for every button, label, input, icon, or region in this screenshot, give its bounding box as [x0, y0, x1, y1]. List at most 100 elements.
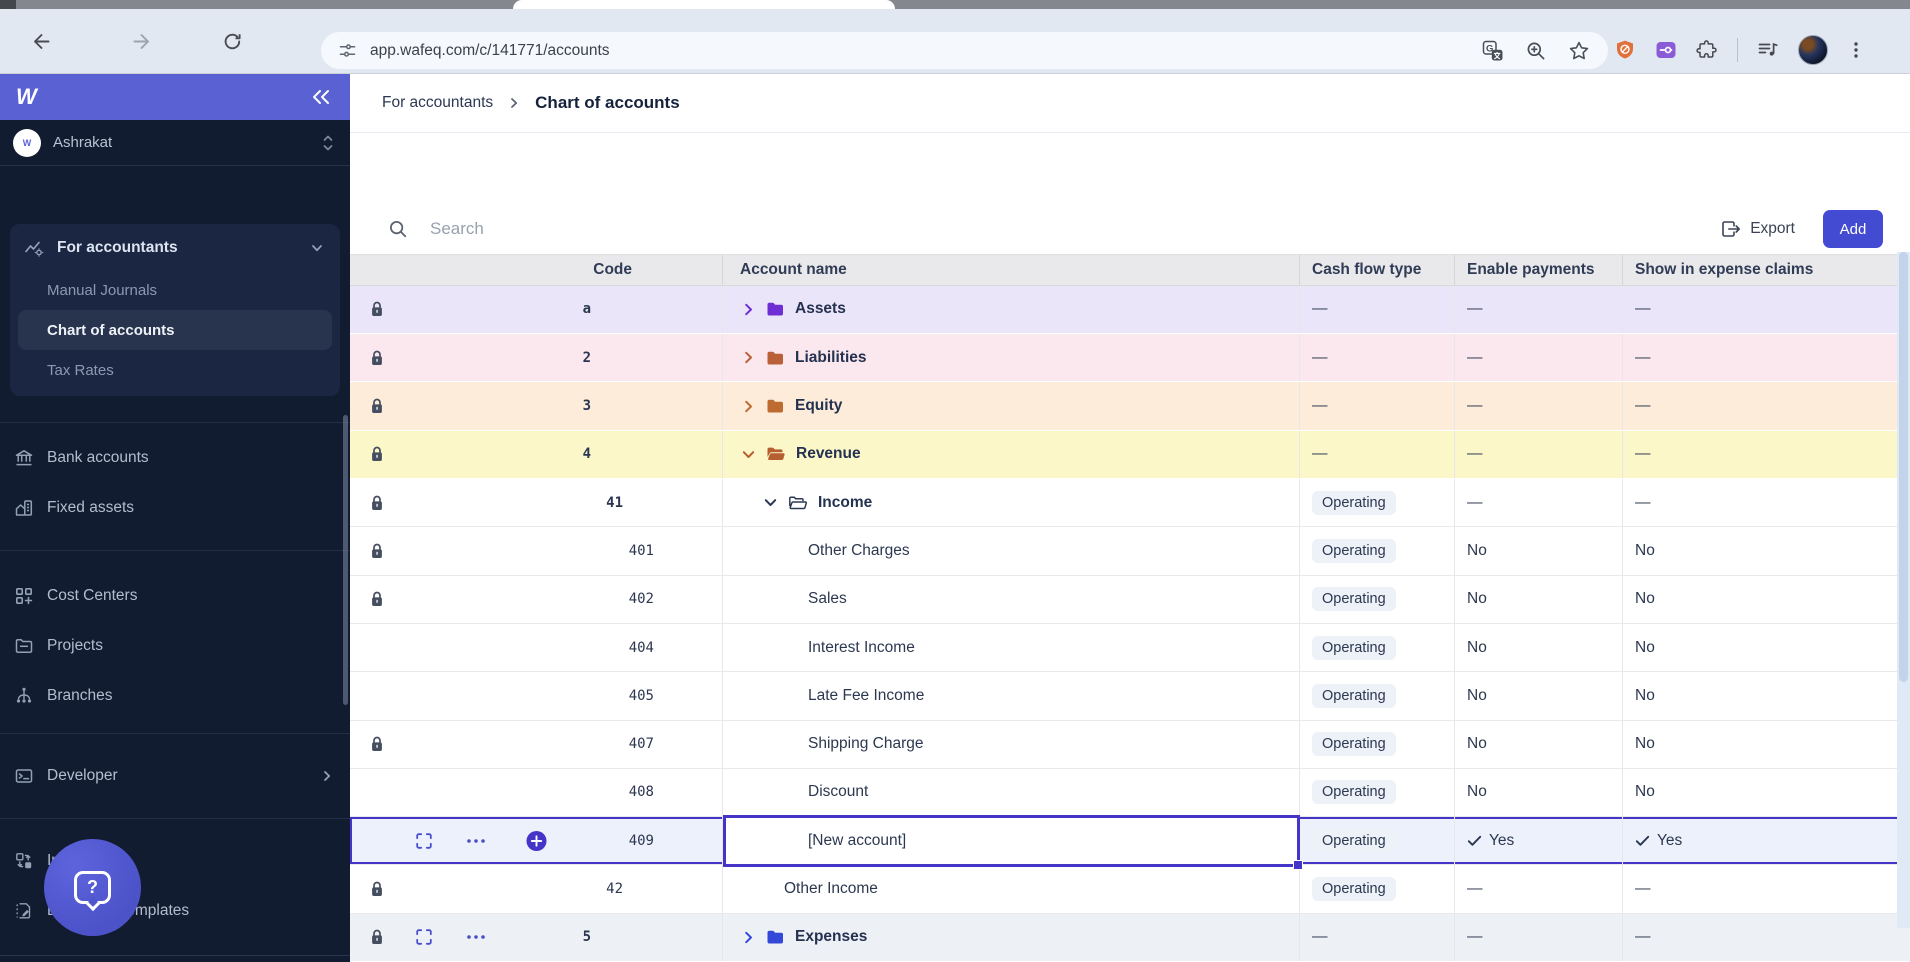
add-subaccount-icon[interactable] [526, 830, 547, 851]
sidebar-item-tax-rates[interactable]: Tax Rates [10, 350, 340, 390]
lock-icon [370, 591, 384, 608]
account-name: Revenue [796, 445, 861, 463]
sidebar-item-bank-accounts[interactable]: Bank accounts [0, 433, 350, 483]
table-row[interactable]: 408 Discount Operating No No [350, 768, 1910, 818]
account-name[interactable]: [New account] [808, 832, 906, 850]
table-row[interactable]: 407 Shipping Charge Operating No No [350, 720, 1910, 769]
account-name-cell[interactable]: Revenue [723, 430, 1300, 479]
account-name-cell[interactable]: Liabilities [723, 334, 1300, 382]
enable-payments-cell: — [1455, 334, 1623, 382]
table-row[interactable]: 5 Expenses — — — [350, 913, 1910, 962]
cell-fill-handle[interactable] [1293, 860, 1303, 871]
expand-row-icon[interactable] [415, 832, 433, 850]
account-name-cell[interactable]: Sales [723, 575, 1300, 623]
account-name-cell[interactable]: Late Fee Income [723, 672, 1300, 720]
table-scrollbar[interactable] [1897, 252, 1910, 928]
sidebar-item-chart-of-accounts[interactable]: Chart of accounts [18, 310, 332, 350]
enable-payments-cell: No [1455, 623, 1623, 672]
table-row[interactable]: 409 [New account] Operating Yes Yes [350, 815, 1910, 871]
shield-extension-icon[interactable] [1614, 39, 1636, 61]
expand-row-icon[interactable] [415, 928, 433, 946]
expense-claims-cell: No [1635, 686, 1655, 704]
cash-flow-type-cell: — [1300, 285, 1455, 334]
account-name-cell[interactable]: Shipping Charge [723, 720, 1300, 768]
chevron-right-icon[interactable] [741, 350, 756, 365]
url-text[interactable]: app.wafeq.com/c/141771/accounts [370, 42, 610, 60]
sidebar-group-header[interactable]: For accountants [10, 226, 340, 270]
account-name-cell[interactable]: Other Income [723, 865, 1300, 913]
sidebar-item-developer[interactable]: Developer [0, 751, 350, 801]
table-row[interactable]: 2 Liabilities — — — [350, 334, 1910, 383]
table-row[interactable]: 42 Other Income Operating — — [350, 865, 1910, 914]
account-name-cell[interactable]: Expenses [723, 913, 1300, 961]
breadcrumb-parent[interactable]: For accountants [382, 94, 493, 112]
workspace-switcher[interactable]: W Ashrakat [0, 120, 350, 166]
chevron-down-icon[interactable] [763, 495, 778, 510]
main-content: For accountants Chart of accounts Search… [350, 74, 1910, 962]
lock-icon [370, 301, 384, 318]
browser-tabstrip [0, 0, 1910, 9]
table-scrollbar-thumb[interactable] [1899, 252, 1908, 682]
cash-flow-type-cell: — [1300, 913, 1455, 961]
menu-kebab-icon[interactable] [1847, 39, 1865, 61]
account-code: 402 [628, 591, 654, 608]
add-button[interactable]: Add [1823, 210, 1883, 249]
translate-icon[interactable]: G [1482, 40, 1504, 62]
forward-icon[interactable] [131, 31, 152, 52]
url-bar[interactable]: app.wafeq.com/c/141771/accounts G [321, 32, 1608, 69]
bookmark-star-icon[interactable] [1568, 40, 1590, 62]
cash-flow-badge: Operating [1312, 538, 1396, 563]
code-cell: 405 [350, 672, 723, 720]
help-button[interactable]: ? [44, 839, 141, 936]
sidebar-item-fixed-assets[interactable]: Fixed assets [0, 483, 350, 533]
code-cell: 3 [350, 382, 723, 430]
site-info-icon[interactable] [338, 41, 357, 60]
chevron-down-icon[interactable] [741, 447, 756, 462]
search-icon[interactable] [388, 219, 408, 239]
account-name-cell[interactable]: Assets [723, 285, 1300, 334]
reload-icon[interactable] [222, 31, 243, 52]
chevron-right-icon[interactable] [741, 399, 756, 414]
account-name-cell[interactable]: Discount [723, 768, 1300, 817]
extensions-puzzle-icon[interactable] [1696, 39, 1718, 61]
account-name-cell[interactable]: Equity [723, 382, 1300, 430]
browser-profile-avatar[interactable] [1798, 35, 1828, 65]
enable-payments-cell: — [1455, 865, 1623, 913]
sidebar-item-projects[interactable]: Projects [0, 621, 350, 671]
back-icon[interactable] [31, 31, 52, 52]
chevron-right-icon[interactable] [741, 302, 756, 317]
enable-payments-cell: — [1455, 913, 1623, 961]
enable-payments-cell: No [1455, 768, 1623, 817]
toggle-extension-icon[interactable] [1655, 39, 1677, 61]
sidebar-item-cost-centers[interactable]: Cost Centers [0, 571, 350, 621]
sidebar-item-manual-journals[interactable]: Manual Journals [10, 270, 340, 310]
more-actions-icon[interactable] [466, 934, 486, 940]
account-name-cell[interactable]: Interest Income [723, 623, 1300, 672]
collapse-sidebar-icon[interactable] [309, 87, 333, 107]
table-row[interactable]: 405 Late Fee Income Operating No No [350, 672, 1910, 721]
account-name-cell[interactable]: Income [723, 479, 1300, 527]
account-name-edit-cell[interactable]: [New account] [723, 815, 1303, 871]
export-button[interactable]: Export [1721, 220, 1795, 238]
sidebar-item-branches[interactable]: Branches [0, 671, 350, 721]
account-name-cell[interactable]: Other Charges [723, 527, 1300, 575]
building-house-icon [14, 498, 34, 518]
table-row[interactable]: a Assets — — — [350, 285, 1910, 335]
more-actions-icon[interactable] [466, 838, 486, 844]
table-row[interactable]: 41 Income Operating — — [350, 479, 1910, 528]
media-playlist-icon[interactable] [1757, 39, 1779, 61]
zoom-in-icon[interactable] [1525, 40, 1547, 62]
code-cell: 408 [350, 768, 723, 817]
inactive-tab-stub[interactable] [0, 0, 16, 9]
table-row[interactable]: 404 Interest Income Operating No No [350, 623, 1910, 673]
table-row[interactable]: 402 Sales Operating No No [350, 575, 1910, 624]
search-input[interactable]: Search [430, 219, 484, 239]
chevron-right-icon[interactable] [741, 930, 756, 945]
table-row[interactable]: 401 Other Charges Operating No No [350, 527, 1910, 576]
table-row[interactable]: 4 Revenue — — — [350, 430, 1910, 480]
enable-payments-cell: — [1455, 285, 1623, 334]
active-tab[interactable] [513, 0, 895, 9]
sidebar-scrollbar[interactable] [343, 415, 348, 705]
column-header-enable-payments: Enable payments [1455, 254, 1623, 285]
table-row[interactable]: 3 Equity — — — [350, 382, 1910, 431]
